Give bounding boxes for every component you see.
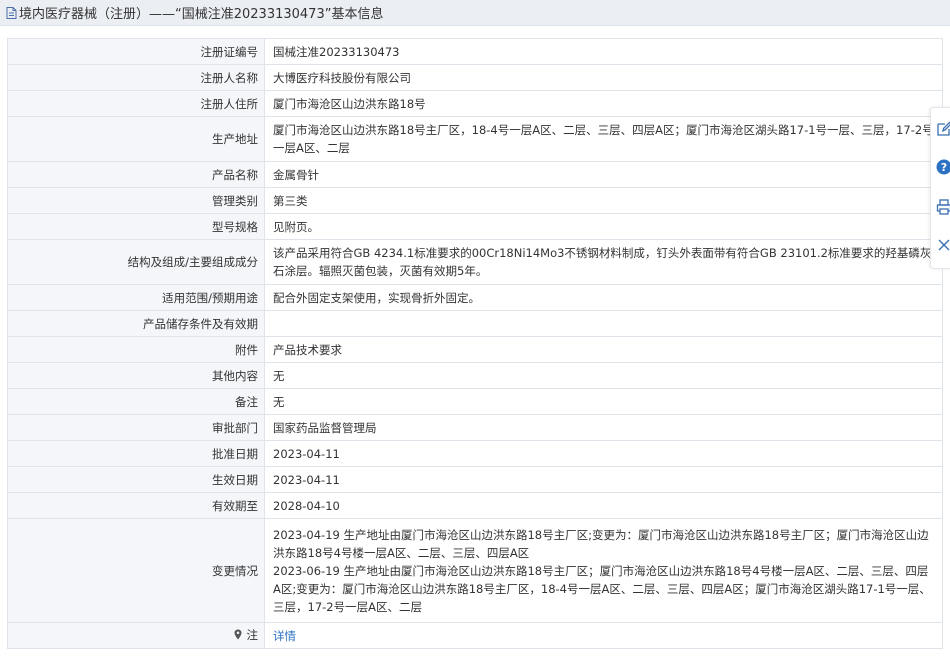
row-value: 金属骨针 — [264, 161, 943, 188]
row-label: 产品储存条件及有效期 — [7, 310, 265, 337]
row-value: 厦门市海沧区山边洪东路18号主厂区，18-4号一层A区、二层、三层、四层A区；厦… — [264, 116, 943, 162]
row-value: 见附页。 — [264, 213, 943, 240]
table-row: 生效日期 2023-04-11 — [7, 466, 943, 493]
row-value: 产品技术要求 — [264, 336, 943, 363]
row-value: 详情 — [264, 622, 943, 649]
row-label: 型号规格 — [7, 213, 265, 240]
row-value: 第三类 — [264, 187, 943, 214]
table-row: 产品储存条件及有效期 — [7, 310, 943, 337]
table-row: 备注 无 — [7, 388, 943, 415]
row-value: 2023-04-11 — [264, 440, 943, 467]
row-label: 注 — [7, 622, 265, 649]
row-value: 无 — [264, 362, 943, 389]
svg-text:?: ? — [941, 161, 947, 174]
edit-icon[interactable] — [935, 120, 950, 138]
row-label: 生效日期 — [7, 466, 265, 493]
row-value: 该产品采用符合GB 4234.1标准要求的00Cr18Ni14Mo3不锈钢材料制… — [264, 239, 943, 285]
table-row: 生产地址 厦门市海沧区山边洪东路18号主厂区，18-4号一层A区、二层、三层、四… — [7, 116, 943, 162]
table-row: 注册人住所 厦门市海沧区山边洪东路18号 — [7, 90, 943, 117]
close-icon[interactable] — [935, 236, 950, 254]
row-label: 注册人住所 — [7, 90, 265, 117]
help-icon[interactable]: ? — [935, 158, 950, 176]
row-label: 备注 — [7, 388, 265, 415]
table-row: 注 详情 — [7, 622, 943, 649]
row-label: 适用范围/预期用途 — [7, 284, 265, 311]
note-label: 注 — [246, 628, 259, 642]
table-row: 有效期至 2028-04-10 — [7, 492, 943, 519]
row-value: 2028-04-10 — [264, 492, 943, 519]
print-icon[interactable] — [935, 198, 950, 216]
row-value: 无 — [264, 388, 943, 415]
table-row: 其他内容 无 — [7, 362, 943, 389]
row-value: 大博医疗科技股份有限公司 — [264, 64, 943, 91]
table-row: 注册人名称 大博医疗科技股份有限公司 — [7, 64, 943, 91]
row-value: 国械注准20233130473 — [264, 38, 943, 65]
page-title: 境内医疗器械（注册）——“国械注准20233130473”基本信息 — [19, 7, 384, 22]
table-row: 变更情况 2023-04-19 生产地址由厦门市海沧区山边洪东路18号主厂区;变… — [7, 518, 943, 623]
row-value: 配合外固定支架使用，实现骨折外固定。 — [264, 284, 943, 311]
row-label: 注册证编号 — [7, 38, 265, 65]
table-row: 结构及组成/主要组成成分 该产品采用符合GB 4234.1标准要求的00Cr18… — [7, 239, 943, 285]
row-label: 有效期至 — [7, 492, 265, 519]
side-toolbar: ? — [930, 107, 950, 269]
details-link[interactable]: 详情 — [273, 629, 296, 643]
row-label: 结构及组成/主要组成成分 — [7, 239, 265, 285]
row-value: 2023-04-11 — [264, 466, 943, 493]
row-label: 其他内容 — [7, 362, 265, 389]
table-row: 管理类别 第三类 — [7, 187, 943, 214]
row-value — [264, 310, 943, 337]
table-row: 注册证编号 国械注准20233130473 — [7, 38, 943, 65]
change-history-value: 2023-04-19 生产地址由厦门市海沧区山边洪东路18号主厂区;变更为：厦门… — [264, 518, 943, 623]
row-label: 附件 — [7, 336, 265, 363]
row-label: 产品名称 — [7, 161, 265, 188]
row-label: 生产地址 — [7, 116, 265, 162]
row-value: 厦门市海沧区山边洪东路18号 — [264, 90, 943, 117]
map-pin-icon — [234, 629, 246, 642]
document-icon — [6, 6, 17, 19]
table-row: 型号规格 见附页。 — [7, 213, 943, 240]
row-label: 批准日期 — [7, 440, 265, 467]
table-row: 附件 产品技术要求 — [7, 336, 943, 363]
row-label: 变更情况 — [7, 518, 265, 623]
table-row: 审批部门 国家药品监督管理局 — [7, 414, 943, 441]
page-header: 境内医疗器械（注册）——“国械注准20233130473”基本信息 — [0, 0, 950, 26]
row-label: 管理类别 — [7, 187, 265, 214]
table-row: 适用范围/预期用途 配合外固定支架使用，实现骨折外固定。 — [7, 284, 943, 311]
registration-detail-table: 注册证编号 国械注准20233130473 注册人名称 大博医疗科技股份有限公司… — [7, 38, 943, 649]
row-value: 国家药品监督管理局 — [264, 414, 943, 441]
row-label: 审批部门 — [7, 414, 265, 441]
table-row: 产品名称 金属骨针 — [7, 161, 943, 188]
row-label: 注册人名称 — [7, 64, 265, 91]
table-row: 批准日期 2023-04-11 — [7, 440, 943, 467]
